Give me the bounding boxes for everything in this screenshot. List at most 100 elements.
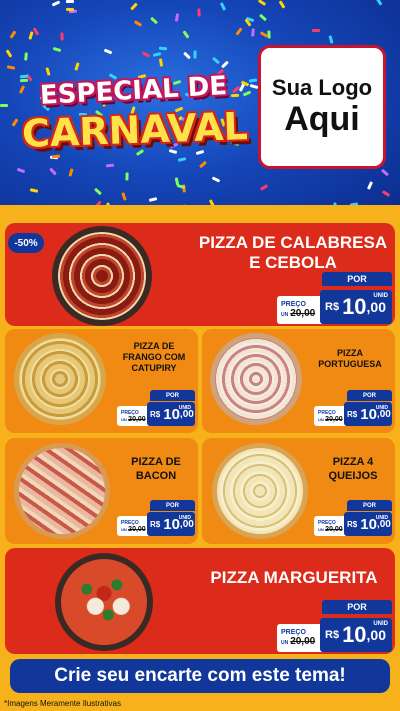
confetti-piece bbox=[148, 197, 158, 202]
confetti-piece bbox=[211, 56, 221, 65]
por-label: POR bbox=[347, 390, 392, 401]
name-line: BACON bbox=[135, 470, 177, 482]
pizza-portuguesa-image bbox=[210, 333, 302, 425]
confetti-piece bbox=[152, 52, 162, 57]
name-4queijos: PIZZA 4 QUEIJOS bbox=[312, 455, 394, 483]
confetti-piece bbox=[211, 176, 221, 183]
por-label: POR bbox=[150, 390, 195, 401]
confetti-piece bbox=[9, 30, 17, 39]
confetti-piece bbox=[74, 62, 80, 71]
old-price: PREÇO UN 20,00 bbox=[314, 406, 348, 426]
confetti-piece bbox=[29, 188, 39, 193]
confetti-piece bbox=[197, 8, 201, 17]
marguerita-name: PIZZA MARGUERITA bbox=[210, 568, 378, 587]
old-price-value: 20,00 bbox=[325, 415, 343, 423]
confetti-piece bbox=[51, 0, 61, 7]
unit-label: UNID bbox=[373, 293, 388, 299]
logo-placeholder[interactable]: Sua Logo Aqui bbox=[258, 45, 386, 169]
confetti-piece bbox=[52, 46, 62, 53]
confetti-piece bbox=[158, 58, 164, 67]
name-line: PIZZA bbox=[337, 348, 363, 358]
unid-small: UN bbox=[318, 526, 324, 532]
featured-name-line2: E CEBOLA bbox=[249, 253, 337, 272]
cta-button[interactable]: Crie seu encarte com este tema! bbox=[10, 659, 390, 693]
confetti-piece bbox=[182, 30, 190, 39]
confetti-piece bbox=[103, 48, 113, 55]
unid-small: UN bbox=[281, 312, 289, 318]
currency: R$ bbox=[347, 519, 358, 529]
currency: R$ bbox=[325, 629, 340, 641]
old-price-value: 20,00 bbox=[290, 636, 316, 647]
confetti-piece bbox=[65, 7, 75, 12]
name-portuguesa: PIZZA PORTUGUESA bbox=[305, 348, 395, 370]
confetti-piece bbox=[257, 0, 267, 6]
confetti-piece bbox=[328, 35, 334, 44]
confetti-piece bbox=[375, 0, 383, 6]
confetti-piece bbox=[65, 0, 75, 4]
name-line: FRANGO COM bbox=[122, 352, 186, 362]
name-bacon: PIZZA DE BACON bbox=[116, 455, 196, 483]
name-line: PIZZA 4 bbox=[332, 456, 374, 468]
por-label: POR bbox=[322, 272, 392, 286]
preco-label: PREÇO bbox=[281, 629, 306, 636]
carnival-title: ESPECIAL DE CARNAVAL bbox=[21, 71, 257, 176]
pizza-calabresa-image bbox=[52, 226, 152, 326]
footnote: *Imagens Meramente Ilustrativas bbox=[4, 699, 121, 708]
confetti-piece bbox=[183, 51, 191, 60]
price-dec: ,00 bbox=[366, 627, 387, 643]
new-price: R$ 10 ,00 UNID bbox=[320, 618, 392, 652]
unit-label: UNID bbox=[373, 621, 388, 627]
name-line: PIZZA DE bbox=[131, 456, 181, 468]
price-int: 10 bbox=[342, 294, 367, 319]
por-label: POR bbox=[322, 600, 392, 614]
unit-label: UNID bbox=[178, 405, 191, 411]
por-label: POR bbox=[347, 500, 392, 511]
old-price-value: 20,00 bbox=[325, 525, 343, 533]
confetti-piece bbox=[32, 27, 40, 36]
confetti-piece bbox=[11, 118, 19, 127]
confetti-piece bbox=[158, 46, 168, 51]
price-dec: ,00 bbox=[366, 299, 387, 315]
logo-line2: Aqui bbox=[284, 100, 360, 139]
preco-label: PREÇO bbox=[281, 301, 306, 308]
discount-badge: -50% bbox=[8, 233, 44, 253]
confetti-piece bbox=[60, 32, 64, 41]
name-frango: PIZZA DE FRANGO COM CATUPIRY bbox=[112, 341, 196, 374]
header-banner: ESPECIAL DE CARNAVAL Sua Logo Aqui bbox=[0, 0, 400, 225]
pizza-marguerita-image bbox=[55, 553, 153, 651]
confetti-piece bbox=[94, 187, 102, 196]
confetti-piece bbox=[278, 0, 286, 9]
unid-small: UN bbox=[281, 640, 289, 646]
title-bottom: CARNAVAL bbox=[21, 104, 249, 156]
old-price: PREÇO UN 20,00 bbox=[277, 624, 325, 652]
confetti-piece bbox=[366, 181, 374, 190]
currency: R$ bbox=[325, 301, 340, 313]
price-int: 10 bbox=[163, 515, 180, 533]
unit-label: UNID bbox=[375, 515, 388, 521]
confetti-piece bbox=[193, 50, 197, 59]
unit-label: UNID bbox=[375, 405, 388, 411]
confetti-piece bbox=[381, 190, 391, 197]
por-label: POR bbox=[150, 500, 195, 511]
unid-small: UN bbox=[121, 416, 127, 422]
price-tag: POR PREÇO UN 20,00 R$ 10,00 UNID bbox=[117, 500, 195, 536]
price-int: 10 bbox=[163, 405, 180, 423]
old-price-value: 20,00 bbox=[290, 308, 316, 319]
unid-small: UN bbox=[121, 526, 127, 532]
confetti-piece bbox=[235, 27, 243, 36]
featured-name-line1: PIZZA DE CALABRESA bbox=[198, 233, 388, 252]
new-price: R$ 10,00 UNID bbox=[344, 512, 392, 536]
old-price-value: 20,00 bbox=[128, 415, 146, 423]
unid-small: UN bbox=[318, 416, 324, 422]
unit-label: UNID bbox=[178, 515, 191, 521]
confetti-piece bbox=[133, 20, 143, 27]
confetti-piece bbox=[259, 13, 267, 22]
confetti-piece bbox=[174, 13, 180, 22]
featured-name: PIZZA DE CALABRESA E CEBOLA bbox=[188, 233, 398, 273]
price-int: 10 bbox=[360, 405, 377, 423]
confetti-piece bbox=[380, 168, 390, 177]
old-price: PREÇO UN 20,00 bbox=[314, 516, 348, 536]
pizza-bacon-image bbox=[14, 443, 110, 539]
name-line: CATUPIRY bbox=[131, 363, 177, 373]
name-line: PIZZA DE bbox=[133, 341, 175, 351]
